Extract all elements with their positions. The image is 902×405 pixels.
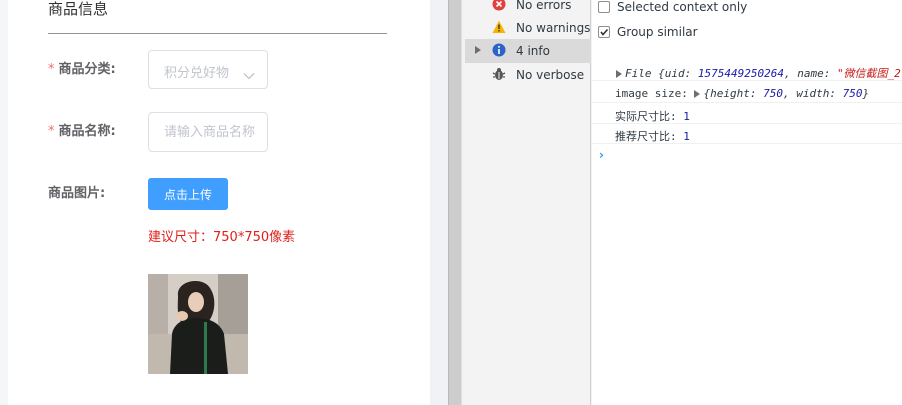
size-hint: 建议尺寸：750*750像素 — [148, 230, 296, 245]
category-label-text: 商品分类: — [58, 62, 116, 77]
log-label: 实际尺寸比: — [615, 110, 684, 123]
warning-icon — [492, 20, 506, 34]
sidebar-item-verbose[interactable]: No verbose — [465, 63, 591, 87]
image-label: 商品图片: — [48, 186, 106, 201]
form-panel: 商品信息 *商品分类: 积分兑好物 *商品名称: 商品图片: 点击上传 建议尺寸… — [0, 0, 430, 405]
log-number: 1 — [683, 130, 690, 143]
console-output: Selected context only Group similar File… — [592, 0, 902, 405]
log-text: } — [862, 87, 870, 100]
log-text: File {uid: — [625, 67, 698, 80]
expand-triangle-icon[interactable] — [694, 90, 701, 98]
uploaded-image-thumbnail[interactable] — [148, 274, 248, 374]
console-prompt-icon[interactable]: › — [599, 148, 604, 162]
sidebar-item-label: No errors — [516, 0, 572, 12]
name-input-wrapper — [148, 112, 268, 152]
sidebar-item-label: No warnings — [516, 21, 591, 35]
sidebar-item-warnings[interactable]: No warnings — [465, 16, 591, 40]
log-text: , name: — [783, 67, 837, 80]
console-line-image-size[interactable]: image size: {height: 750, width: 750} — [592, 84, 902, 103]
expand-triangle-icon[interactable] — [475, 46, 481, 54]
upload-button[interactable]: 点击上传 — [148, 178, 228, 210]
screen: 商品信息 *商品分类: 积分兑好物 *商品名称: 商品图片: 点击上传 建议尺寸… — [0, 0, 902, 405]
chevron-down-icon — [243, 65, 255, 84]
required-mark: * — [48, 62, 55, 77]
log-number: 750 — [763, 87, 783, 100]
required-mark: * — [48, 124, 55, 139]
name-label-text: 商品名称: — [58, 124, 116, 139]
section-divider — [48, 33, 387, 34]
sidebar-item-info[interactable]: 4 info — [465, 39, 591, 63]
log-number: 750 — [842, 87, 863, 100]
log-text: {height: — [703, 87, 764, 100]
option-label: Selected context only — [617, 0, 748, 14]
console-line-actual-ratio[interactable]: 实际尺寸比: 1 — [592, 105, 902, 124]
name-label: * 商品名称: — [48, 124, 116, 140]
console-sidebar: No errors No warnings 4 info No verbose — [465, 0, 591, 405]
expand-triangle-icon[interactable] — [616, 70, 622, 78]
category-select[interactable]: 积分兑好物 — [148, 50, 268, 89]
error-icon — [492, 0, 506, 11]
log-number: 1575449250264 — [697, 67, 784, 80]
info-icon — [492, 43, 506, 57]
checkbox-unchecked[interactable] — [598, 1, 610, 13]
sidebar-item-label: 4 info — [516, 44, 550, 58]
option-label: Group similar — [617, 25, 698, 39]
log-string: "微信截图_2 — [836, 67, 901, 80]
log-number: 1 — [683, 110, 690, 123]
category-select-value: 积分兑好物 — [164, 66, 230, 81]
console-line-file[interactable]: File {uid: 1575449250264, name: "微信截图_2 — [592, 62, 902, 81]
log-text: , width: — [782, 87, 843, 100]
name-input[interactable] — [149, 113, 267, 151]
section-title: 商品信息 — [48, 0, 109, 18]
panel-splitter[interactable] — [448, 0, 462, 405]
sidebar-item-label: No verbose — [516, 68, 585, 82]
verbose-bug-icon — [492, 67, 506, 81]
log-label: image size: — [615, 87, 695, 100]
sidebar-item-errors[interactable]: No errors — [465, 0, 591, 17]
log-label: 推荐尺寸比: — [615, 130, 684, 143]
checkbox-checked-icon[interactable] — [598, 26, 610, 38]
console-line-recommended-ratio[interactable]: 推荐尺寸比: 1 — [592, 125, 902, 144]
category-label: * 商品分类: — [48, 62, 116, 78]
